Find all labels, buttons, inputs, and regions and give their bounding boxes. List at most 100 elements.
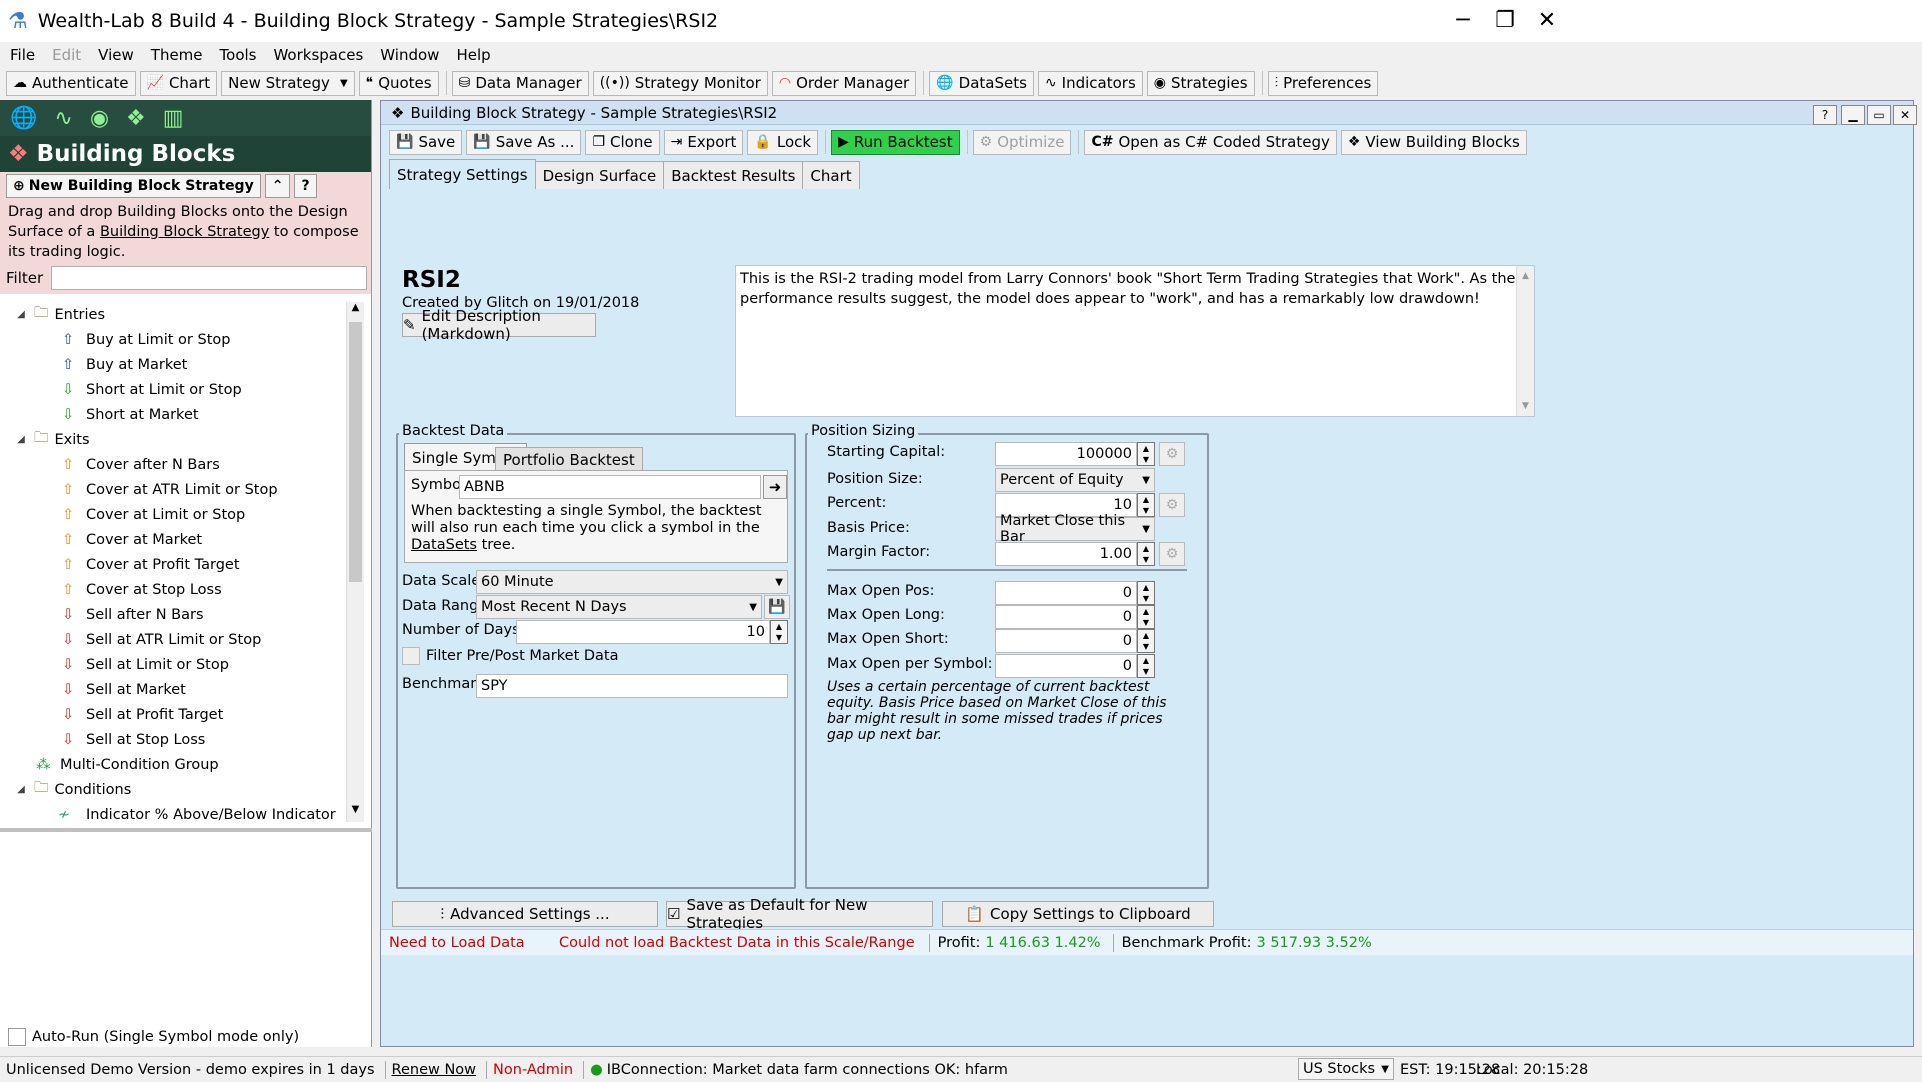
capital-optimize-icon[interactable]: ⚙ xyxy=(1159,442,1185,466)
percent-optimize-icon[interactable]: ⚙ xyxy=(1159,493,1185,517)
menu-tools[interactable]: Tools xyxy=(220,46,257,64)
indicators-button[interactable]: ∿ Indicators xyxy=(1037,70,1143,96)
tree-item[interactable]: ⇩ Short at Limit or Stop xyxy=(0,377,346,402)
scroll-down-icon[interactable]: ▼ xyxy=(347,804,364,822)
expand-arrow-icon[interactable]: ◢ xyxy=(14,784,28,795)
tree-item[interactable]: ⇧ Buy at Limit or Stop xyxy=(0,327,346,352)
help-button[interactable]: ? xyxy=(294,174,317,198)
tree-item[interactable]: ⇧ Cover at Stop Loss xyxy=(0,577,346,602)
chart-button[interactable]: 📈 Chart xyxy=(139,70,218,96)
save-as-button[interactable]: 💾 Save As ... xyxy=(466,129,582,155)
scroll-down-icon[interactable]: ▼ xyxy=(1517,396,1534,416)
scroll-up-icon[interactable]: ▲ xyxy=(347,302,364,320)
view-building-blocks-button[interactable]: ❖ View Building Blocks xyxy=(1340,129,1527,155)
position-size-select[interactable]: Percent of Equity ▼ xyxy=(995,468,1155,492)
clone-button[interactable]: ❐ Clone xyxy=(585,129,660,155)
max-short-stepper[interactable]: ▲ ▼ xyxy=(1137,629,1155,653)
tree-item[interactable]: ⇩ Sell at Profit Target xyxy=(0,702,346,727)
export-button[interactable]: ⇥ Export xyxy=(663,129,744,155)
run-backtest-button[interactable]: ▶ Run Backtest xyxy=(831,129,960,155)
benchmark-input[interactable]: SPY xyxy=(476,674,788,698)
panel-divider[interactable] xyxy=(0,828,372,832)
datasets-link[interactable]: DataSets xyxy=(411,537,477,553)
tree-item[interactable]: ⇧ Buy at Market xyxy=(0,352,346,377)
tree-item[interactable]: ⇩ Short at Market xyxy=(0,402,346,427)
menu-workspaces[interactable]: Workspaces xyxy=(273,46,363,64)
filter-input[interactable] xyxy=(51,266,368,290)
tree-node-entries[interactable]: ◢ 🗀 Entries xyxy=(0,302,346,327)
menu-theme[interactable]: Theme xyxy=(151,46,203,64)
description-box[interactable]: This is the RSI-2 trading model from Lar… xyxy=(735,265,1535,417)
tree-item[interactable]: ⇩ Sell after N Bars xyxy=(0,602,346,627)
max-open-short-input[interactable]: 0 xyxy=(995,629,1137,653)
margin-optimize-icon[interactable]: ⚙ xyxy=(1159,542,1185,566)
close-button[interactable]: ✕ xyxy=(1526,6,1568,36)
starting-capital-input[interactable]: 100000 xyxy=(995,442,1137,466)
order-manager-button[interactable]: ◠ Order Manager xyxy=(771,70,917,96)
max-pos-stepper[interactable]: ▲ ▼ xyxy=(1137,581,1155,605)
tab-strategy-settings[interactable]: Strategy Settings xyxy=(389,159,536,189)
menu-edit[interactable]: Edit xyxy=(52,46,81,64)
go-arrow-icon[interactable]: ➜ xyxy=(763,475,787,499)
tree-node-conditions[interactable]: ◢ 🗀 Conditions xyxy=(0,777,346,802)
max-open-per-symbol-input[interactable]: 0 xyxy=(995,654,1137,678)
blocks-icon[interactable]: ❖ xyxy=(126,106,146,131)
strategy-monitor-button[interactable]: ((•)) Strategy Monitor xyxy=(592,70,768,96)
brain-icon[interactable]: ◉ xyxy=(90,106,109,131)
preferences-button[interactable]: ⫶ Preferences xyxy=(1267,70,1379,96)
tree-item[interactable]: ⇩ Sell at Stop Loss xyxy=(0,727,346,752)
authenticate-button[interactable]: ☁ Authenticate xyxy=(6,70,136,96)
collapse-button[interactable]: ⌃ xyxy=(264,174,291,198)
datasets-button[interactable]: 🌐 DataSets xyxy=(929,70,1034,96)
building-block-strategy-link[interactable]: Building Block Strategy xyxy=(100,224,269,240)
doc-help-button[interactable]: ? xyxy=(1813,105,1837,125)
max-open-long-input[interactable]: 0 xyxy=(995,605,1137,629)
globe-icon[interactable]: 🌐 xyxy=(10,106,37,131)
market-select[interactable]: US Stocks ▼ xyxy=(1298,1058,1394,1080)
data-scale-select[interactable]: 60 Minute ▼ xyxy=(476,570,788,594)
minimize-button[interactable]: ─ xyxy=(1442,6,1484,36)
filter-prepost-checkbox[interactable] xyxy=(402,647,420,665)
menu-view[interactable]: View xyxy=(98,46,134,64)
tree-node-exits[interactable]: ◢ 🗀 Exits xyxy=(0,427,346,452)
optimize-button[interactable]: ⚙ Optimize xyxy=(972,129,1072,155)
max-sym-stepper[interactable]: ▲ ▼ xyxy=(1137,654,1155,678)
description-scrollbar[interactable]: ▲ ▼ xyxy=(1516,266,1534,416)
copy-settings-button[interactable]: 📋 Copy Settings to Clipboard xyxy=(942,901,1214,927)
expand-arrow-icon[interactable]: ◢ xyxy=(14,434,28,445)
menu-window[interactable]: Window xyxy=(380,46,439,64)
tree-item[interactable]: ⇩ Sell at ATR Limit or Stop xyxy=(0,627,346,652)
scroll-thumb[interactable] xyxy=(349,322,362,582)
quotes-button[interactable]: ❝ Quotes xyxy=(358,70,439,96)
doc-minimize-button[interactable]: ▁ xyxy=(1841,105,1865,125)
advanced-settings-button[interactable]: ⫶ Advanced Settings ... xyxy=(392,901,658,927)
tab-portfolio-backtest[interactable]: Portfolio Backtest xyxy=(495,447,643,471)
number-of-days-input[interactable]: 10 xyxy=(516,620,770,644)
new-strategy-dropdown[interactable]: New Strategy ▼ xyxy=(221,70,355,96)
max-open-pos-input[interactable]: 0 xyxy=(995,581,1137,605)
library-icon[interactable]: ▥ xyxy=(163,106,184,131)
tree-item[interactable]: ⇧ Cover at Market xyxy=(0,527,346,552)
data-range-select[interactable]: Most Recent N Days ▼ xyxy=(476,595,762,619)
tree-item[interactable]: ≁ Indicator % Above/Below Indicator xyxy=(0,802,346,823)
data-manager-button[interactable]: ⛁ Data Manager xyxy=(451,70,589,96)
margin-stepper[interactable]: ▲ ▼ xyxy=(1137,542,1155,566)
open-csharp-button[interactable]: C# Open as C# Coded Strategy xyxy=(1084,129,1337,155)
tree-item[interactable]: ⇧ Cover at Limit or Stop xyxy=(0,502,346,527)
save-range-icon[interactable]: 💾 xyxy=(764,595,790,619)
tree-item[interactable]: ⇧ Cover at Profit Target xyxy=(0,552,346,577)
save-as-default-button[interactable]: ☑ Save as Default for New Strategies xyxy=(666,896,933,932)
tree-item[interactable]: ⇩ Sell at Limit or Stop xyxy=(0,652,346,677)
menu-help[interactable]: Help xyxy=(456,46,490,64)
lock-button[interactable]: 🔒 Lock xyxy=(747,129,819,155)
scroll-up-icon[interactable]: ▲ xyxy=(1517,266,1534,286)
tab-chart[interactable]: Chart xyxy=(802,161,860,189)
new-building-block-strategy-button[interactable]: ⊕ New Building Block Strategy xyxy=(6,174,261,198)
wave-icon[interactable]: ∿ xyxy=(54,106,72,131)
tree-node-multi-condition[interactable]: ⁂ Multi-Condition Group xyxy=(0,752,346,777)
tree-scrollbar[interactable]: ▲ ▼ xyxy=(346,302,364,822)
capital-stepper[interactable]: ▲ ▼ xyxy=(1137,442,1155,466)
tab-backtest-results[interactable]: Backtest Results xyxy=(663,161,804,189)
tab-design-surface[interactable]: Design Surface xyxy=(534,161,665,189)
basis-price-select[interactable]: Market Close this Bar ▼ xyxy=(995,513,1155,545)
